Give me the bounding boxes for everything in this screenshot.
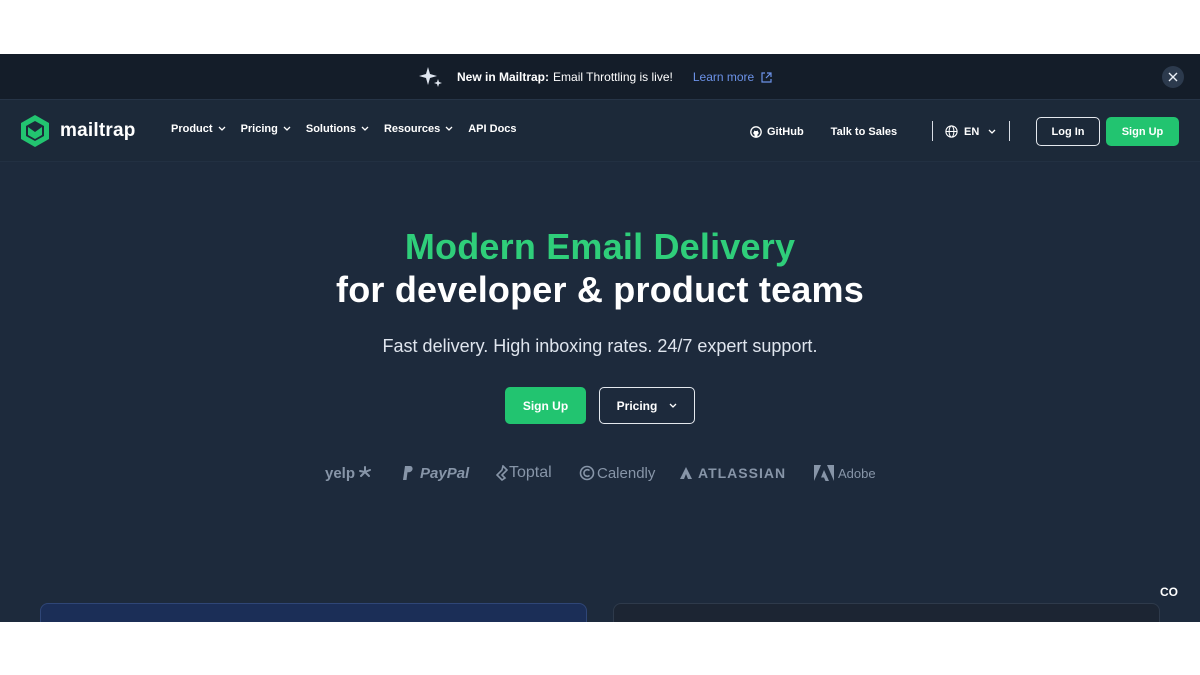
- chevron-down-icon: [361, 126, 369, 131]
- nav-divider: [932, 121, 933, 141]
- atlassian-logo: ATLASSIAN: [679, 460, 786, 486]
- menu-pricing[interactable]: Pricing: [241, 123, 291, 135]
- announcement-label: New in Mailtrap:: [457, 70, 550, 84]
- top-navbar: mailtrap Product Pricing Solutions Resou…: [0, 100, 1200, 162]
- github-label: GitHub: [767, 126, 804, 138]
- calendly-mark-icon: [579, 465, 595, 481]
- logo-wordmark: mailtrap: [60, 120, 136, 141]
- menu-pricing-label: Pricing: [240, 123, 278, 135]
- menu-solutions-label: Solutions: [305, 123, 356, 135]
- client-logos: yelp PayPal Toptal Calendly ATLASSIAN Ad…: [0, 460, 1200, 486]
- yelp-logo: yelp: [325, 460, 372, 486]
- mailtrap-logo[interactable]: mailtrap: [20, 114, 136, 148]
- hero-tagline: Fast delivery. High inboxing rates. 24/7…: [382, 336, 818, 356]
- nav-divider: [1009, 121, 1010, 141]
- sign-up-button[interactable]: Sign Up: [1106, 117, 1179, 146]
- feature-card-right: [613, 603, 1160, 622]
- chevron-down-icon: [669, 403, 677, 408]
- menu-resources-label: Resources: [383, 123, 441, 135]
- globe-icon: [945, 125, 958, 138]
- atlassian-mark-icon: [680, 467, 692, 479]
- announcement-text: Email Throttling is live!: [553, 70, 673, 84]
- github-icon: [750, 126, 762, 138]
- mailtrap-logo-icon: [21, 115, 49, 147]
- toptal-logo-text: Toptal: [509, 464, 552, 481]
- menu-api-docs-label: API Docs: [468, 123, 517, 135]
- hero-headline: Modern Email Delivery: [404, 226, 796, 267]
- navbar-right-links: GitHub Talk to Sales: [750, 117, 897, 147]
- language-selector[interactable]: EN: [945, 125, 996, 138]
- github-link[interactable]: GitHub: [750, 126, 804, 138]
- toptal-mark-icon: [496, 465, 508, 481]
- main-menu: Product Pricing Solutions Resources API …: [171, 123, 532, 135]
- log-in-button[interactable]: Log In: [1036, 117, 1100, 146]
- adobe-logo: Adobe: [813, 460, 876, 486]
- browser-viewport: New in Mailtrap: Email Throttling is liv…: [0, 54, 1200, 622]
- chevron-down-icon: [218, 126, 226, 131]
- paypal-mark-icon: [403, 466, 413, 480]
- hero-sign-up-button[interactable]: Sign Up: [505, 387, 586, 424]
- adobe-mark-icon: [814, 465, 834, 481]
- paypal-logo: PayPal: [400, 460, 469, 486]
- calendly-logo: Calendly: [579, 460, 655, 486]
- menu-resources[interactable]: Resources: [384, 123, 453, 135]
- yelp-logo-text: yelp: [325, 464, 356, 482]
- hero-pricing-button[interactable]: Pricing: [599, 387, 695, 424]
- chevron-down-icon: [283, 126, 291, 131]
- menu-product-label: Product: [171, 123, 213, 135]
- menu-product[interactable]: Product: [171, 123, 226, 135]
- chevron-down-icon: [988, 129, 996, 134]
- menu-api-docs[interactable]: API Docs: [468, 123, 516, 135]
- language-label: EN: [964, 125, 980, 138]
- paypal-logo-text: PayPal: [420, 464, 470, 482]
- announcement-content: New in Mailtrap: Email Throttling is liv…: [418, 66, 772, 88]
- external-link-icon: [761, 71, 772, 83]
- sparkle-icon: [419, 67, 442, 87]
- chevron-down-icon: [445, 126, 453, 131]
- hero-subheadline: for developer & product teams: [336, 269, 864, 310]
- hero-pricing-label: Pricing: [616, 398, 658, 413]
- yelp-burst-icon: [359, 466, 372, 477]
- close-announcement-button[interactable]: [1162, 66, 1184, 88]
- toptal-logo: Toptal: [496, 460, 552, 486]
- close-icon: [1168, 72, 1178, 82]
- co-badge-icon[interactable]: CO: [1160, 585, 1178, 599]
- menu-solutions[interactable]: Solutions: [306, 123, 369, 135]
- atlassian-logo-text: ATLASSIAN: [698, 465, 787, 481]
- calendly-logo-text: Calendly: [597, 464, 656, 482]
- talk-to-sales-link[interactable]: Talk to Sales: [831, 126, 897, 138]
- learn-more-label: Learn more: [692, 70, 755, 84]
- adobe-logo-text: Adobe: [838, 465, 876, 481]
- announcement-bar: New in Mailtrap: Email Throttling is liv…: [0, 54, 1200, 100]
- learn-more-link[interactable]: Learn more: [693, 70, 772, 84]
- feature-card-left: [40, 603, 587, 622]
